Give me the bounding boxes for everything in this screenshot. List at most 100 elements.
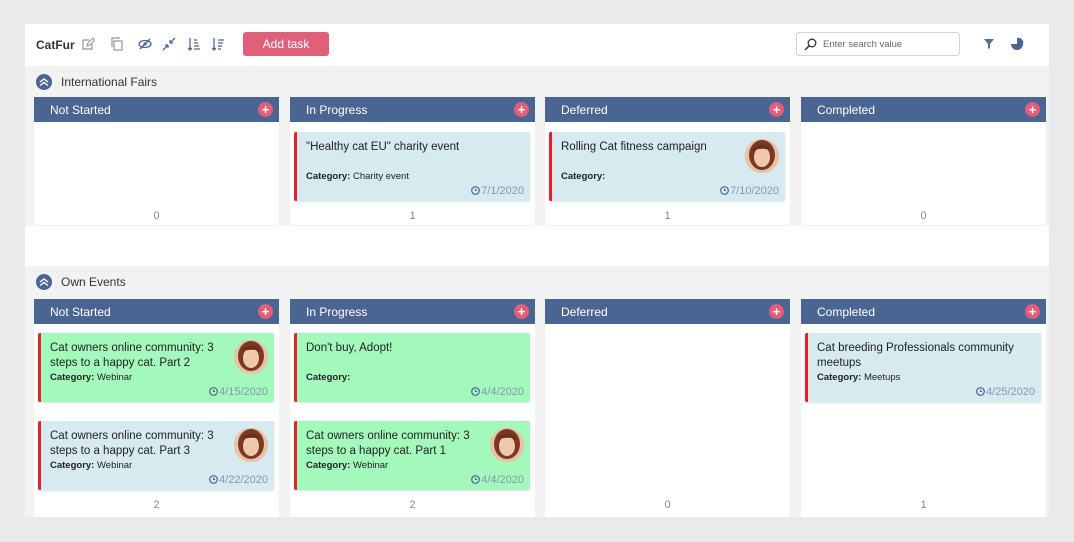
column-count: 1	[920, 499, 927, 511]
card-category: Category:	[561, 171, 606, 182]
column-title: In Progress	[306, 305, 368, 319]
edit-icon[interactable]	[81, 37, 95, 51]
add-card-button[interactable]: +	[1025, 304, 1040, 319]
task-card[interactable]: Cat owners online community: 3 steps to …	[38, 421, 274, 490]
task-card[interactable]: Don't buy, Adopt! Category: 4/4/2020	[294, 333, 530, 402]
task-card[interactable]: Cat breeding Professionals community mee…	[805, 333, 1041, 402]
card-category: Category: Webinar	[50, 372, 133, 383]
search-icon	[804, 38, 817, 51]
card-category: Category:	[306, 372, 351, 383]
clock-icon	[471, 475, 481, 484]
filter-icon[interactable]	[983, 38, 995, 50]
avatar	[490, 428, 524, 462]
sort-descending-icon[interactable]	[211, 37, 225, 51]
collapse-lane-icon[interactable]	[36, 74, 52, 90]
card-date: 7/1/2020	[471, 185, 524, 197]
card-title: Rolling Cat fitness campaign	[561, 141, 707, 153]
avatar	[745, 139, 779, 173]
column-header: In Progress +	[290, 299, 535, 324]
card-title: Cat breeding Professionals community mee…	[817, 342, 1014, 369]
column-count: 0	[664, 499, 671, 511]
column-title: Deferred	[561, 103, 608, 117]
add-card-button[interactable]: +	[1025, 102, 1040, 117]
card-date: 4/4/2020	[471, 386, 524, 398]
avatar	[234, 340, 268, 374]
clock-icon	[471, 186, 481, 195]
column-title: In Progress	[306, 103, 368, 117]
task-card[interactable]: Rolling Cat fitness campaign Category: 7…	[549, 132, 785, 201]
clock-icon	[976, 387, 985, 396]
add-card-button[interactable]: +	[769, 304, 784, 319]
swimlane-title: International Fairs	[61, 75, 158, 89]
sort-ascending-icon[interactable]	[187, 37, 201, 51]
collapse-lane-icon[interactable]	[36, 274, 52, 290]
column-header: Completed +	[801, 299, 1046, 324]
swimlane-international-fairs: International Fairs Not Started + 0 In P…	[25, 66, 1049, 226]
column-completed: Completed + Cat breeding Professionals c…	[801, 299, 1046, 517]
task-card[interactable]: Cat owners online community: 3 steps to …	[294, 421, 530, 490]
clock-icon	[720, 186, 729, 195]
swimlane-own-events: Own Events Not Started + Cat owners onli…	[25, 266, 1049, 517]
swimlane-header: International Fairs	[25, 66, 1049, 98]
clock-icon	[471, 387, 481, 396]
card-date: 4/15/2020	[209, 386, 268, 398]
column-title: Completed	[817, 103, 876, 117]
clock-icon	[209, 387, 218, 396]
card-category: Category: Webinar	[306, 460, 389, 471]
swimlane-header: Own Events	[25, 266, 1049, 298]
card-category: Category: Webinar	[50, 460, 133, 471]
column-deferred: Deferred + 0	[545, 299, 790, 517]
card-category: Category: Charity event	[306, 171, 409, 182]
column-header: Completed +	[801, 97, 1046, 122]
copy-icon[interactable]	[110, 37, 124, 51]
column-deferred: Deferred + Rolling Cat fitness campaign …	[545, 97, 790, 225]
chart-icon[interactable]	[1010, 37, 1024, 51]
column-completed: Completed + 0	[801, 97, 1046, 225]
task-card[interactable]: Cat owners online community: 3 steps to …	[38, 333, 274, 402]
column-header: Deferred +	[545, 97, 790, 122]
column-title: Completed	[817, 305, 876, 319]
card-date: 4/25/2020	[976, 386, 1035, 398]
column-in-progress: In Progress + Don't buy, Adopt! Category…	[290, 299, 535, 517]
add-card-button[interactable]: +	[514, 102, 529, 117]
column-count: 1	[409, 210, 416, 222]
add-card-button[interactable]: +	[514, 304, 529, 319]
card-title: Cat owners online community: 3 steps to …	[306, 430, 470, 457]
column-title: Deferred	[561, 305, 608, 319]
search-input[interactable]	[823, 36, 955, 52]
swimlane-title: Own Events	[61, 275, 126, 289]
add-card-button[interactable]: +	[258, 304, 273, 319]
card-title: Cat owners online community: 3 steps to …	[50, 430, 214, 457]
column-count: 0	[153, 210, 160, 222]
card-title: Don't buy, Adopt!	[306, 342, 393, 354]
search-box[interactable]	[796, 32, 960, 56]
column-header: Deferred +	[545, 299, 790, 324]
card-title: Cat owners online community: 3 steps to …	[50, 342, 214, 369]
add-task-button[interactable]: Add task	[243, 32, 329, 56]
column-header: Not Started +	[34, 299, 279, 324]
avatar	[234, 428, 268, 462]
card-category: Category: Meetups	[817, 372, 901, 383]
column-count: 2	[153, 499, 160, 511]
column-count: 1	[664, 210, 671, 222]
board-title: CatFur	[36, 38, 75, 52]
column-count: 0	[920, 210, 927, 222]
column-not-started: Not Started + Cat owners online communit…	[34, 299, 279, 517]
column-header: Not Started +	[34, 97, 279, 122]
card-date: 4/4/2020	[471, 474, 524, 486]
collapse-icon[interactable]	[162, 37, 176, 51]
column-title: Not Started	[50, 305, 111, 319]
kanban-app: CatFur Add task Internationa	[25, 24, 1049, 517]
task-card[interactable]: "Healthy cat EU" charity event Category:…	[294, 132, 530, 201]
card-date: 7/10/2020	[720, 185, 779, 197]
column-in-progress: In Progress + "Healthy cat EU" charity e…	[290, 97, 535, 225]
hide-icon[interactable]	[138, 37, 152, 51]
column-header: In Progress +	[290, 97, 535, 122]
add-card-button[interactable]: +	[258, 102, 273, 117]
toolbar: CatFur Add task	[25, 24, 1049, 64]
add-card-button[interactable]: +	[769, 102, 784, 117]
column-title: Not Started	[50, 103, 111, 117]
card-title: "Healthy cat EU" charity event	[306, 141, 460, 153]
column-count: 2	[409, 499, 416, 511]
column-not-started: Not Started + 0	[34, 97, 279, 225]
